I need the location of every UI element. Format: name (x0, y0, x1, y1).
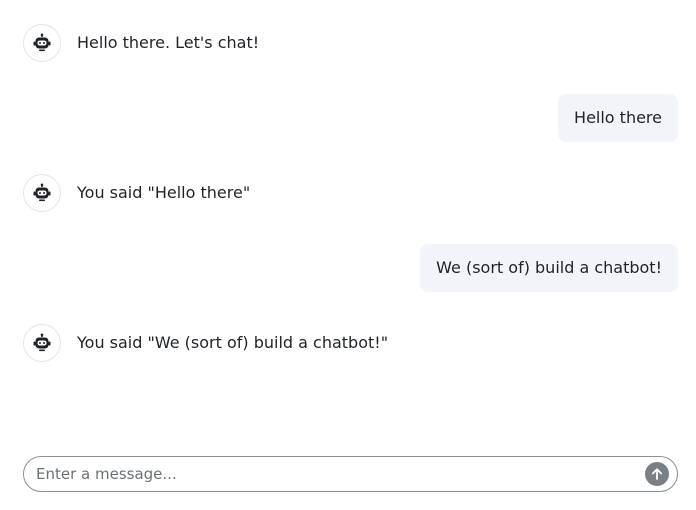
bot-avatar (23, 24, 61, 62)
bot-message-text: You said "We (sort of) build a chatbot!" (77, 333, 389, 352)
user-message-bubble: Hello there (558, 94, 678, 142)
bot-message-text: Hello there. Let's chat! (77, 33, 260, 52)
send-button[interactable] (645, 462, 669, 486)
robot-icon (33, 183, 51, 202)
message-input[interactable] (36, 457, 626, 491)
robot-icon (33, 33, 51, 52)
arrow-up-icon (651, 468, 663, 480)
bot-avatar (23, 174, 61, 212)
message-composer (23, 456, 678, 492)
chat-window: Hello there. Let's chat! Hello there You… (0, 0, 696, 510)
bot-message-text: You said "Hello there" (77, 183, 251, 202)
user-message-bubble: We (sort of) build a chatbot! (420, 244, 678, 292)
robot-icon (33, 333, 51, 352)
bot-avatar (23, 324, 61, 362)
